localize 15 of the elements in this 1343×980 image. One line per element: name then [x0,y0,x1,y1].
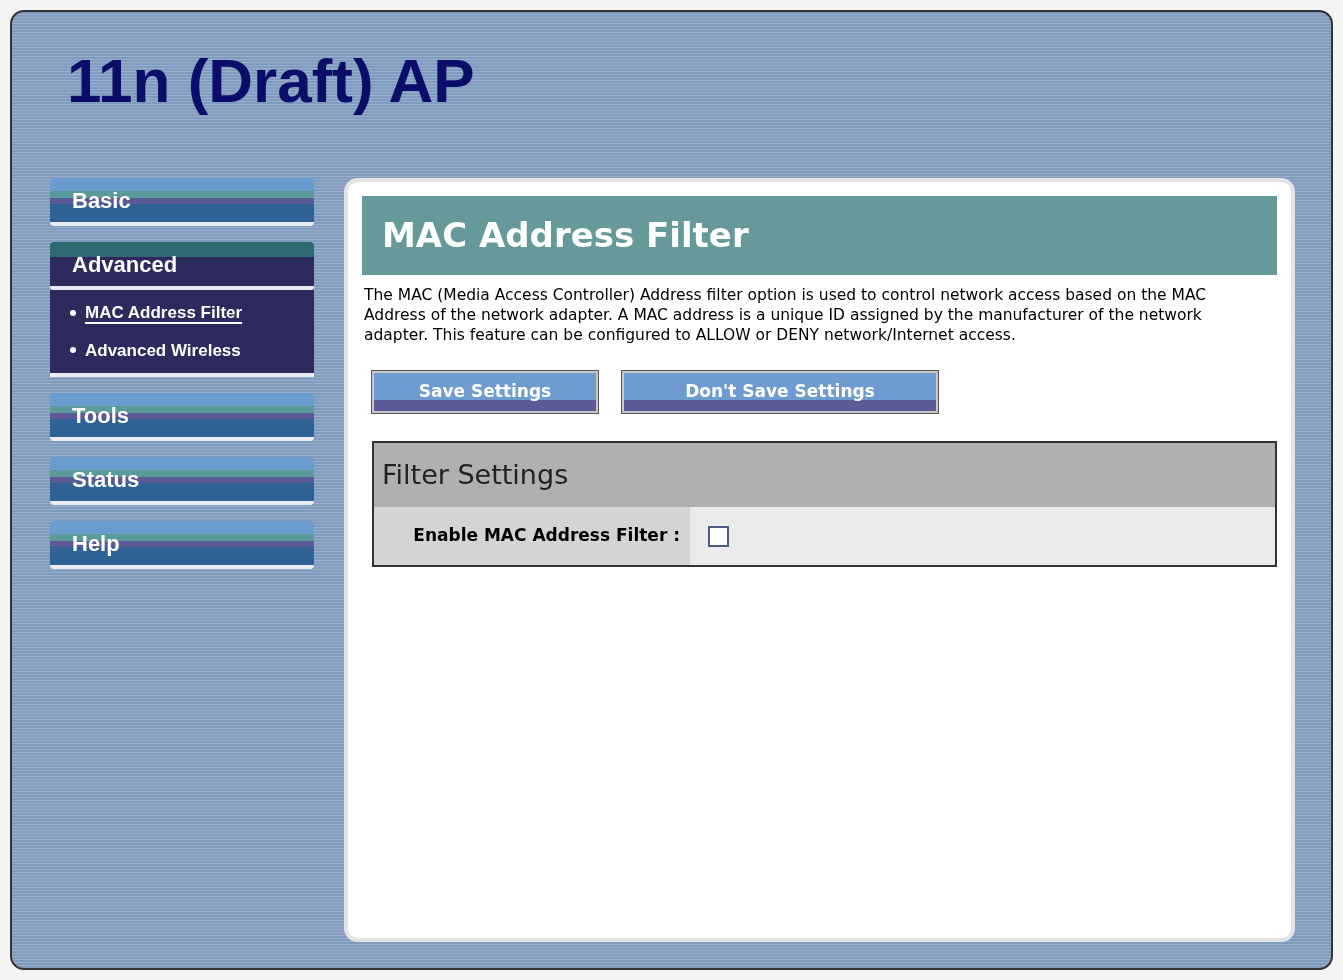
checkbox[interactable] [708,525,729,547]
nav-button[interactable]: Basic [50,178,314,226]
page-title: MAC Address Filter [362,196,1277,275]
bullet-icon [70,347,76,354]
field-label: Enable MAC Address Filter : [374,507,690,565]
section-title: Filter Settings [374,443,1275,507]
nav-button[interactable]: Tools [50,393,314,441]
bullet-icon [70,309,76,316]
nav-button[interactable]: Advanced [50,242,314,290]
header-title: 11n (Draft) AP [66,45,476,117]
submenu-link[interactable]: MAC Address Filter [85,300,243,326]
description-text: The MAC (Media Access Controller) Address filter option is used to control network access based on the MAC Address of the network adapter. A MAC address is a unique ID assigned by the manufacturer of the network adapter. This feature can be configured to ALLOW or DENY network/Internet access. [363,285,1208,345]
submenu-link[interactable]: Advanced Wireless [85,337,241,363]
nav-button[interactable]: Help [50,521,314,569]
nav-button[interactable]: Status [50,457,314,505]
